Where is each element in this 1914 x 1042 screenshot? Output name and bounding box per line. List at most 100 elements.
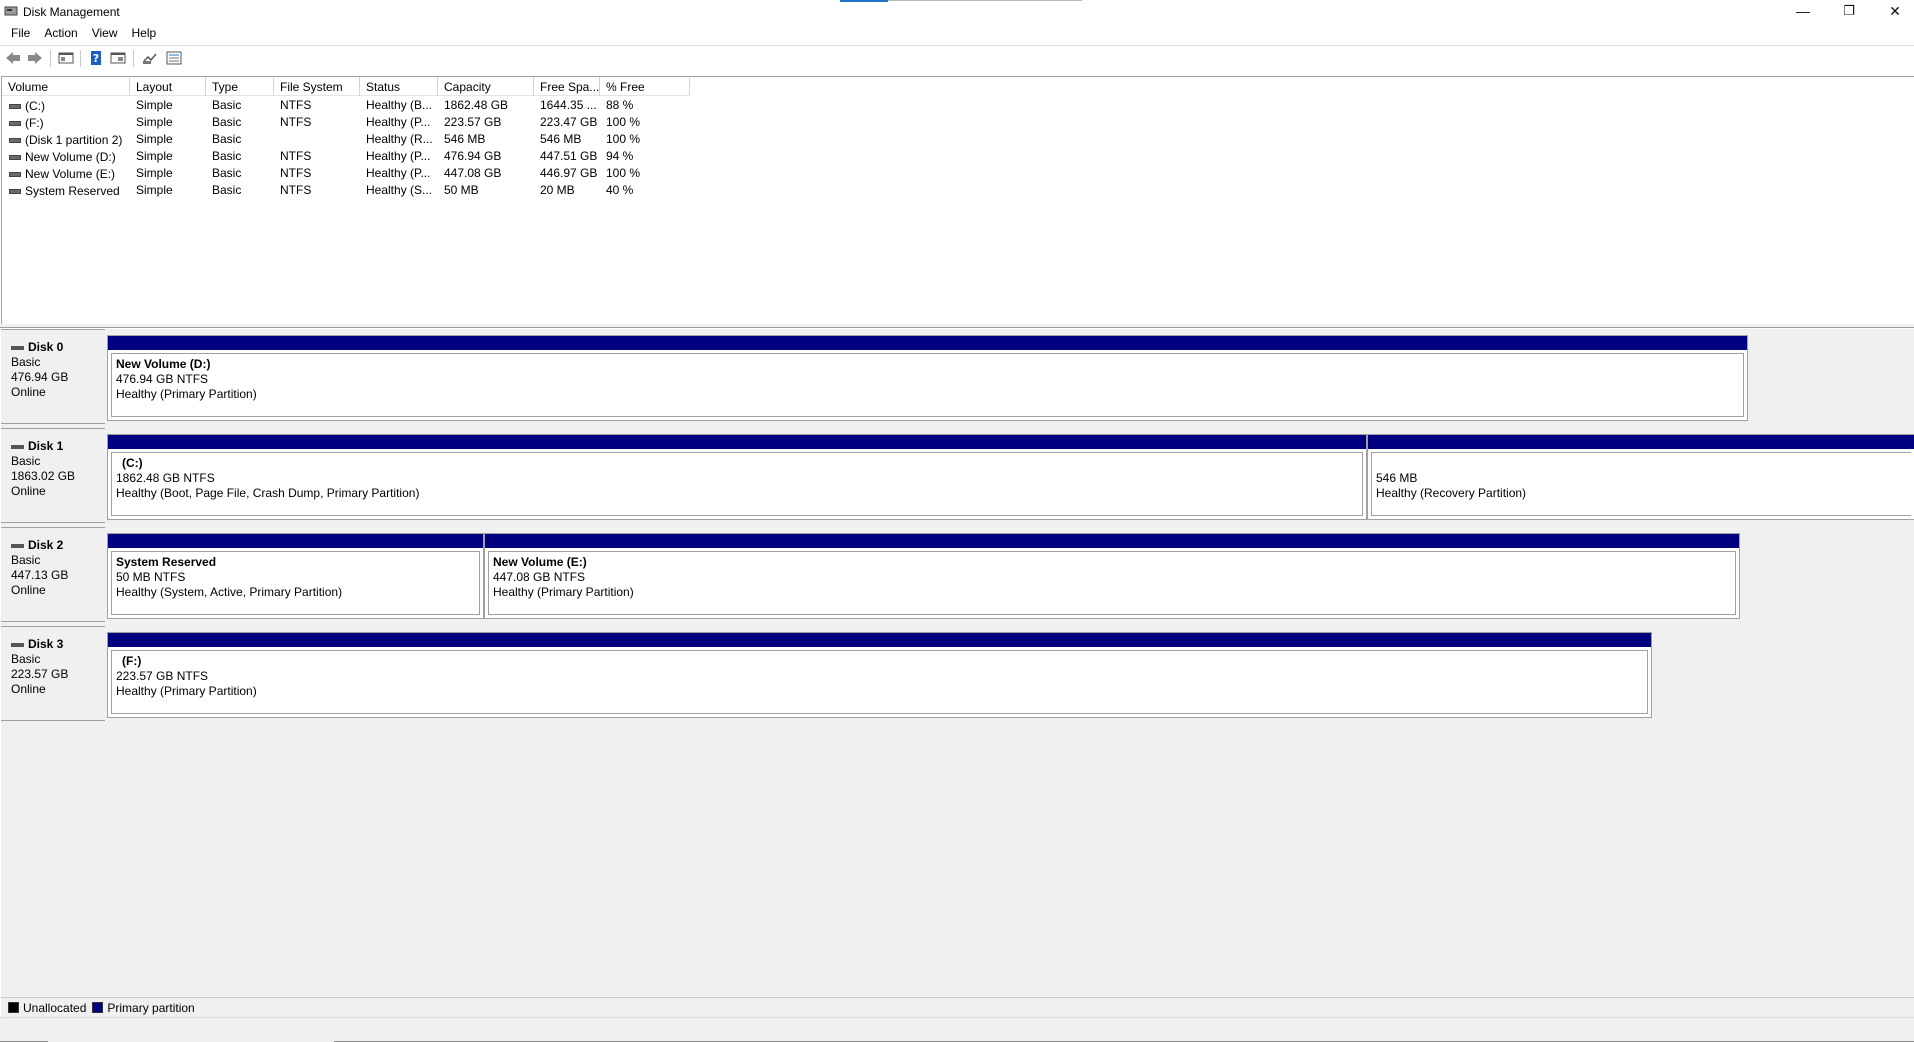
column-header-type[interactable]: Type <box>206 77 274 96</box>
cell-status: Healthy (R... <box>366 132 433 146</box>
help-icon: ? <box>91 51 101 65</box>
cell-free-space: 1644.35 ... <box>540 98 597 112</box>
column-header-status[interactable]: Status <box>360 77 438 96</box>
disk-size: 1863.02 GB <box>11 469 76 483</box>
cell-file-system: NTFS <box>280 98 312 112</box>
partition-block[interactable]: (C:) 1862.48 GB NTFS Healthy (Boot, Page… <box>107 434 1367 520</box>
cell-type: Basic <box>212 98 242 112</box>
cell-type: Basic <box>212 132 242 146</box>
column-header-file-system[interactable]: File System <box>274 77 360 96</box>
disk-label[interactable]: Disk 2 Basic 447.13 GB Online <box>1 527 105 622</box>
disk-label[interactable]: Disk 0 Basic 476.94 GB Online <box>1 329 105 424</box>
back-arrow-icon <box>6 52 20 64</box>
legend-unallocated: Unallocated <box>8 1001 86 1015</box>
volume-name: (C:) <box>25 99 45 113</box>
primary-partition-bar <box>108 435 1366 449</box>
partition-name: System Reserved <box>116 555 217 569</box>
table-row[interactable]: (F:) Simple Basic NTFS Healthy (P... 223.57 G… <box>2 114 690 131</box>
primary-partition-swatch <box>92 1002 104 1013</box>
volume-name: New Volume (E:) <box>25 167 116 181</box>
partition-size: 50 MB NTFS <box>116 570 186 584</box>
primary-partition-bar <box>108 633 1651 647</box>
status-bar <box>0 1017 1914 1042</box>
menu-view[interactable]: View <box>85 24 125 44</box>
volume-list-rows: (C:) Simple Basic NTFS Healthy (B... 1862.48 … <box>2 97 690 199</box>
restore-button[interactable]: ❐ <box>1826 0 1872 22</box>
pane-splitter[interactable] <box>0 324 1914 328</box>
table-row[interactable]: System Reserved Simple Basic NTFS Healthy (S… <box>2 182 690 199</box>
table-row[interactable]: New Volume (D:) Simple Basic NTFS Healthy (P… <box>2 148 690 165</box>
partition-block[interactable]: New Volume (D:) 476.94 GB NTFS Healthy (… <box>107 335 1748 421</box>
table-row[interactable]: New Volume (E:) Simple Basic NTFS Healthy (P… <box>2 165 690 182</box>
cell-percent-free: 100 % <box>606 132 641 146</box>
partition-info: New Volume (E:) 447.08 GB NTFS Healthy (… <box>488 551 1736 615</box>
menu-help[interactable]: Help <box>125 24 164 44</box>
disk-state: Online <box>11 385 46 399</box>
title-accent-highlight <box>840 0 888 2</box>
cell-free-space: 20 MB <box>540 183 575 197</box>
list-view-icon <box>166 51 182 65</box>
cell-percent-free: 100 % <box>606 115 641 129</box>
volume-icon <box>9 103 21 109</box>
close-button[interactable]: ✕ <box>1872 0 1914 22</box>
cell-type: Basic <box>212 166 242 180</box>
minimize-icon: — <box>1796 3 1810 19</box>
table-row[interactable]: (Disk 1 partition 2) Simple Basic Healthy (… <box>2 131 690 148</box>
cell-percent-free: 94 % <box>606 149 634 163</box>
disk-icon <box>11 345 24 350</box>
partition-block[interactable]: 546 MB Healthy (Recovery Partition) <box>1367 434 1914 520</box>
disk-name-line: Disk 1 <box>11 439 105 454</box>
back-button[interactable] <box>4 50 22 66</box>
disk-name: Disk 0 <box>28 340 64 354</box>
table-row[interactable]: (C:) Simple Basic NTFS Healthy (B... 1862.48 … <box>2 97 690 114</box>
column-header-capacity[interactable]: Capacity <box>438 77 534 96</box>
column-header-free-space[interactable]: Free Spa... <box>534 77 600 96</box>
primary-partition-bar <box>108 336 1747 350</box>
partition-name: New Volume (D:) <box>116 357 211 371</box>
help-button[interactable]: ? <box>87 50 105 66</box>
primary-partition-bar <box>485 534 1739 548</box>
disk-row-2: Disk 2 Basic 447.13 GB Online System Res… <box>1 527 1914 622</box>
partition-name: (C:) <box>122 456 143 470</box>
disk-size: 223.57 GB <box>11 667 69 681</box>
cell-type: Basic <box>212 149 242 163</box>
partition-block[interactable]: System Reserved 50 MB NTFS Healthy (Syst… <box>107 533 484 619</box>
partition-size: 223.57 GB NTFS <box>116 669 209 683</box>
cell-percent-free: 88 % <box>606 98 634 112</box>
partition-size: 546 MB <box>1376 471 1418 485</box>
disk-label[interactable]: Disk 1 Basic 1863.02 GB Online <box>1 428 105 523</box>
disk-name: Disk 3 <box>28 637 64 651</box>
disk-state: Online <box>11 682 46 696</box>
column-header-layout[interactable]: Layout <box>130 77 206 96</box>
rescan-button[interactable] <box>141 50 159 66</box>
volume-list[interactable]: Volume Layout Type File System Status Ca… <box>1 76 1914 324</box>
disk-type: Basic <box>11 652 41 666</box>
minimize-button[interactable]: — <box>1780 0 1826 22</box>
disk-size: 476.94 GB <box>11 370 69 384</box>
forward-button[interactable] <box>26 50 44 66</box>
column-header-volume[interactable]: Volume <box>2 77 130 96</box>
partition-info: 546 MB Healthy (Recovery Partition) <box>1371 452 1911 516</box>
menu-action[interactable]: Action <box>37 24 84 44</box>
cell-type: Basic <box>212 115 242 129</box>
cell-percent-free: 100 % <box>606 166 641 180</box>
disk-label[interactable]: Disk 3 Basic 223.57 GB Online <box>1 626 105 721</box>
list-view-button[interactable] <box>165 50 183 66</box>
cell-layout: Simple <box>136 149 173 163</box>
console-tree-button[interactable] <box>57 50 75 66</box>
title-bar: Disk Management — ❐ ✕ <box>0 0 1914 24</box>
rescan-icon <box>143 53 157 64</box>
cell-type: Basic <box>212 183 242 197</box>
forward-arrow-icon <box>28 52 42 64</box>
properties-button[interactable] <box>109 50 127 66</box>
partition-block[interactable]: (F:) 223.57 GB NTFS Healthy (Primary Par… <box>107 632 1652 718</box>
cell-file-system: NTFS <box>280 149 312 163</box>
menu-file[interactable]: File <box>4 24 37 44</box>
column-header-percent-free[interactable]: % Free <box>600 77 690 96</box>
window-title: Disk Management <box>23 5 120 19</box>
cell-capacity: 223.57 GB <box>444 115 502 129</box>
cell-capacity: 546 MB <box>444 132 486 146</box>
partition-block[interactable]: New Volume (E:) 447.08 GB NTFS Healthy (… <box>484 533 1740 619</box>
cell-free-space: 546 MB <box>540 132 582 146</box>
volume-icon <box>9 137 21 143</box>
